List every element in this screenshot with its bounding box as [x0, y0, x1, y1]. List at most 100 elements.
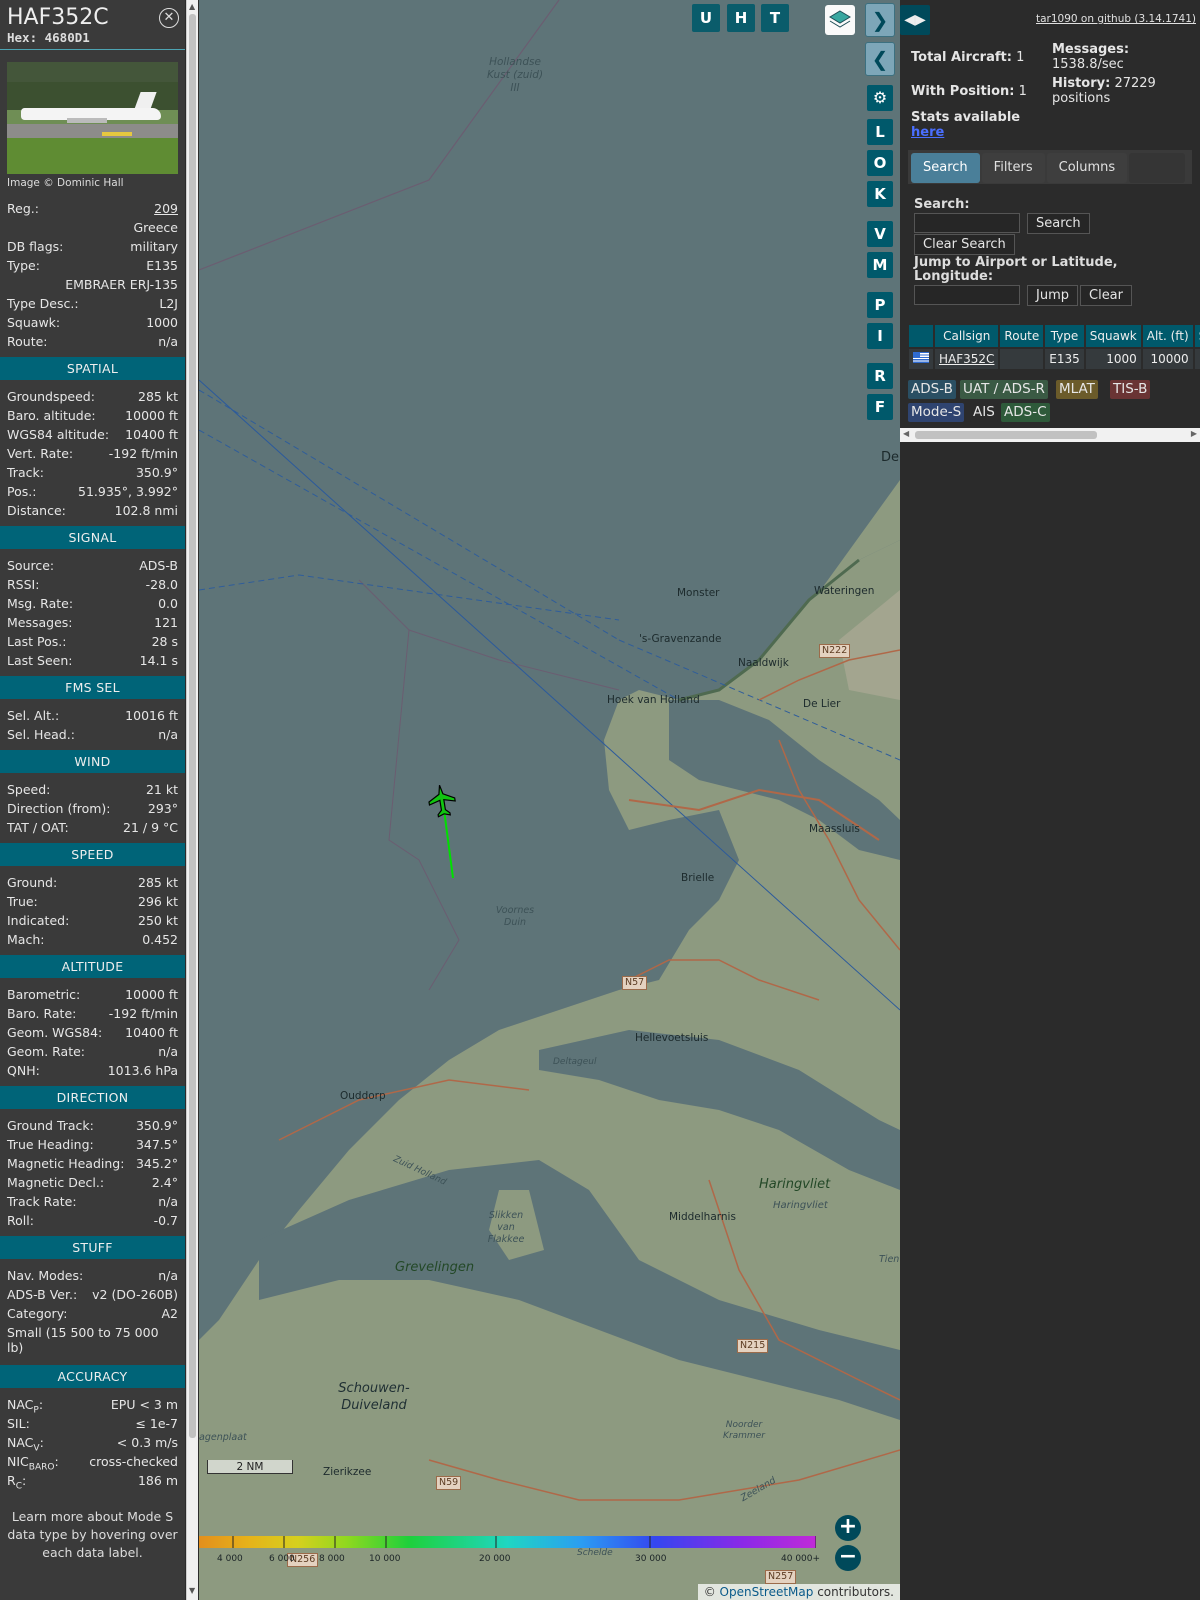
map-label-haringvliet: Haringvliet: [759, 1177, 831, 1192]
zoom-out-button[interactable]: −: [835, 1545, 861, 1571]
map-button-o[interactable]: O: [867, 150, 893, 176]
close-icon[interactable]: ✕: [159, 8, 179, 28]
aircraft-photo[interactable]: [7, 62, 178, 174]
map-label-schouwen: Schouwen-Duiveland: [338, 1381, 410, 1413]
toggle-layout-icon[interactable]: ◀▶: [900, 5, 930, 35]
info-key: DB flags:: [7, 239, 64, 254]
callsign-link[interactable]: HAF352C: [939, 352, 994, 366]
map-attribution: © OpenStreetMap contributors.: [697, 1584, 900, 1600]
search-input[interactable]: [914, 213, 1020, 233]
jump-input[interactable]: [914, 285, 1020, 305]
info-value: 102.8 nmi: [114, 503, 178, 518]
column-header[interactable]: Spd: [1194, 325, 1200, 347]
info-row: Distance: 102.8 nmi: [0, 501, 185, 520]
stats-link[interactable]: here: [911, 125, 944, 140]
section-header-direction: DIRECTION: [0, 1086, 185, 1109]
map-label-voornes: Voornes Duin: [495, 905, 535, 928]
info-row: Msg. Rate: 0.0: [0, 594, 185, 613]
info-row: Barometric: 10000 ft: [0, 985, 185, 1004]
info-value: 10400 ft: [125, 427, 178, 442]
map-button-i[interactable]: I: [867, 323, 893, 349]
info-key: Direction (from):: [7, 801, 111, 816]
info-row: TAT / OAT: 21 / 9 °C: [0, 818, 185, 837]
column-header[interactable]: [909, 325, 933, 347]
table-horizontal-scrollbar[interactable]: ◀ ▶: [900, 428, 1200, 442]
settings-gear-icon[interactable]: ⚙: [867, 85, 893, 111]
tab-filters[interactable]: Filters: [981, 153, 1045, 183]
info-row: QNH: 1013.6 hPa: [0, 1061, 185, 1080]
collapse-sidebar-button[interactable]: ❮: [865, 42, 895, 76]
info-scrollbar[interactable]: ▲ ▼: [186, 0, 198, 1600]
map-button-v[interactable]: V: [867, 221, 893, 247]
info-key: SIL:: [7, 1416, 30, 1431]
aircraft-marker-icon[interactable]: [428, 784, 456, 818]
jump-button[interactable]: Jump: [1027, 285, 1078, 306]
stats-available: Stats available here: [911, 110, 1021, 140]
layers-icon[interactable]: [825, 5, 855, 35]
map-view[interactable]: Hollandse Kust (zuid) III Monster Wateri…: [199, 0, 900, 1600]
info-value: -192 ft/min: [108, 1006, 178, 1021]
column-header[interactable]: Squawk: [1085, 325, 1141, 347]
search-button[interactable]: Search: [1027, 213, 1090, 234]
info-scrollbar-thumb[interactable]: [189, 14, 196, 1438]
map-button-l[interactable]: L: [867, 119, 893, 145]
github-link[interactable]: tar1090 on github (3.14.1741): [1036, 13, 1196, 25]
info-key: Last Pos.:: [7, 634, 67, 649]
map-button-m[interactable]: M: [867, 252, 893, 278]
info-key: Baro. altitude:: [7, 408, 96, 423]
clear-jump-button[interactable]: Clear: [1080, 285, 1132, 306]
map-label-agenplaat: agenplaat: [199, 1432, 247, 1443]
map-label-wateringen: Wateringen: [814, 585, 875, 597]
tab-columns[interactable]: Columns: [1046, 153, 1128, 183]
altitude-label: 4 000: [217, 1554, 243, 1564]
zoom-in-button[interactable]: +: [835, 1515, 861, 1541]
info-row: Track Rate: n/a: [0, 1192, 185, 1211]
history-stat: History: 27229 positions: [1052, 76, 1156, 106]
info-row: Sel. Alt.: 10016 ft: [0, 706, 185, 725]
map-button-p[interactable]: P: [867, 292, 893, 318]
altitude-label: 6 000: [269, 1554, 295, 1564]
expand-sidebar-button[interactable]: ❯: [865, 3, 895, 37]
column-header[interactable]: Route: [1000, 325, 1044, 347]
section-header-accuracy: ACCURACY: [0, 1365, 185, 1388]
callsign-cell[interactable]: HAF352C: [935, 349, 999, 369]
tab-search[interactable]: Search: [911, 153, 980, 183]
road-tag-n257: N257: [765, 1570, 797, 1584]
info-key: Barometric:: [7, 987, 81, 1002]
map-label-zierikzee: Zierikzee: [323, 1466, 372, 1478]
map-button-h[interactable]: H: [727, 4, 755, 32]
clear-search-button[interactable]: Clear Search: [914, 234, 1015, 255]
tab-extra[interactable]: [1129, 153, 1186, 183]
column-header[interactable]: Callsign: [935, 325, 999, 347]
osm-link[interactable]: OpenStreetMap: [720, 1585, 814, 1599]
column-header[interactable]: Alt. (ft): [1142, 325, 1193, 347]
info-key: Mach:: [7, 932, 45, 947]
photo-credit[interactable]: Image © Dominic Hall: [0, 174, 185, 199]
info-key: Magnetic Heading:: [7, 1156, 125, 1171]
map-button-t[interactable]: T: [761, 4, 789, 32]
horizontal-scrollbar-thumb[interactable]: [915, 431, 1097, 439]
map-button-u[interactable]: U: [692, 4, 720, 32]
map-label-slikken: Slikken van Flakkee: [487, 1210, 525, 1245]
info-row: Geom. WGS84: 10400 ft: [0, 1023, 185, 1042]
map-button-r[interactable]: R: [867, 363, 893, 389]
info-row: Reg.: 209: [0, 199, 185, 218]
info-value: military: [130, 239, 178, 254]
info-key: Sel. Head.:: [7, 727, 75, 742]
column-header[interactable]: Type: [1045, 325, 1084, 347]
info-row: True Heading: 347.5°: [0, 1135, 185, 1154]
registration-link[interactable]: 209: [154, 199, 178, 218]
map-label-de: De: [881, 450, 900, 465]
info-value: -28.0: [145, 577, 178, 592]
map-button-f[interactable]: F: [867, 394, 893, 420]
altitude-label: 20 000: [479, 1554, 511, 1564]
info-row: Ground: 285 kt: [0, 873, 185, 892]
map-scale-bar: 2 NM: [207, 1460, 293, 1474]
table-row[interactable]: HAF352C E135 1000 10000: [909, 349, 1200, 369]
search-label: Search:: [914, 197, 970, 212]
info-value: -0.7: [153, 1213, 178, 1228]
info-key: Track:: [7, 465, 44, 480]
info-value: 296 kt: [138, 894, 178, 909]
map-button-k[interactable]: K: [867, 181, 893, 207]
info-row: Last Pos.: 28 s: [0, 632, 185, 651]
